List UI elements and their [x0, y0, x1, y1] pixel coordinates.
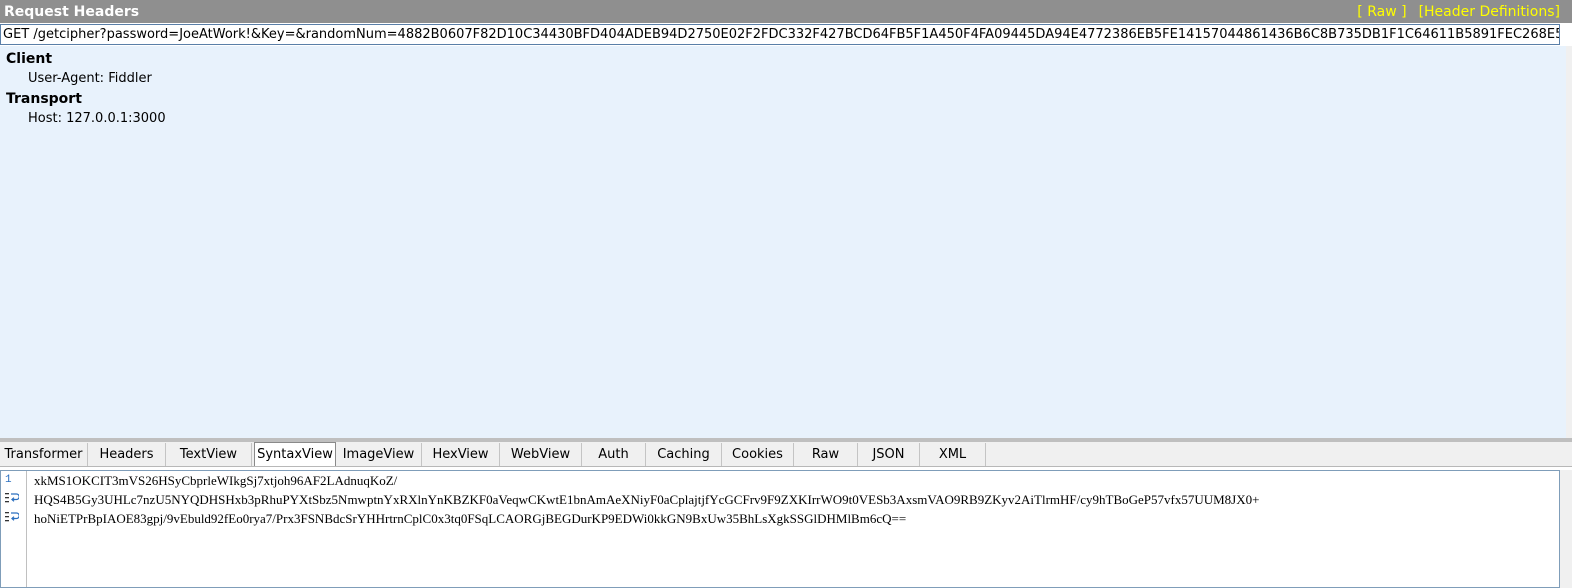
raw-link[interactable]: [ Raw ]	[1357, 4, 1406, 20]
wrap-marker	[1, 509, 26, 528]
header-group-client: Client User-Agent: Fiddler	[6, 49, 1566, 89]
code-line: HQS4B5Gy3UHLc7nzU5NYQDHSHxb3pRhuPYXtSbz5…	[34, 492, 1260, 507]
response-tabs: Transformer Headers TextView SyntaxView …	[0, 442, 1572, 467]
tab-raw[interactable]: Raw	[794, 443, 858, 466]
editor-gutter: 1	[1, 471, 27, 587]
header-user-agent[interactable]: User-Agent: Fiddler	[6, 69, 1566, 89]
tab-textview[interactable]: TextView	[166, 443, 252, 466]
group-title-client[interactable]: Client	[6, 49, 1566, 69]
editor-scrollbar[interactable]	[1560, 470, 1572, 588]
fiddler-inspector: Request Headers [ Raw ] [Header Definiti…	[0, 0, 1572, 588]
code-line: hoNiETPrBpIAOE83gpj/9vEbuld92fEo0rya7/Pr…	[34, 511, 907, 526]
headers-scroll-strip	[1566, 46, 1572, 438]
request-headers-title: Request Headers	[4, 3, 140, 20]
tab-syntaxview[interactable]: SyntaxView	[254, 442, 336, 466]
header-links: [ Raw ] [Header Definitions]	[1357, 4, 1560, 20]
headers-tree: Client User-Agent: Fiddler Transport Hos…	[0, 46, 1566, 438]
tab-auth[interactable]: Auth	[582, 443, 646, 466]
tab-json[interactable]: JSON	[858, 443, 920, 466]
request-headers-bar: Request Headers [ Raw ] [Header Definiti…	[0, 0, 1572, 23]
header-definitions-link[interactable]: [Header Definitions]	[1419, 4, 1560, 20]
word-wrap-icon	[5, 493, 19, 503]
line-number: 1	[5, 474, 12, 486]
request-line-field[interactable]: GET /getcipher?password=JoeAtWork!&Key=&…	[0, 24, 1560, 45]
code-line: xkMS1OKCIT3mVS26HSyCbprleWIkgSj7xtjoh96A…	[34, 473, 398, 488]
tab-cookies[interactable]: Cookies	[722, 443, 794, 466]
tab-imageview[interactable]: ImageView	[336, 443, 422, 466]
tab-webview[interactable]: WebView	[500, 443, 582, 466]
header-host[interactable]: Host: 127.0.0.1:3000	[6, 109, 1566, 129]
group-title-transport[interactable]: Transport	[6, 89, 1566, 109]
wrap-marker	[1, 490, 26, 509]
tab-headers[interactable]: Headers	[88, 443, 166, 466]
syntax-editor[interactable]: 1 xkMS1OKCIT3mVS26HSyCbprleWIkgSj7xtjoh9…	[0, 470, 1560, 588]
header-group-transport: Transport Host: 127.0.0.1:3000	[6, 89, 1566, 129]
tab-caching[interactable]: Caching	[646, 443, 722, 466]
word-wrap-icon	[5, 512, 19, 522]
tab-xml[interactable]: XML	[920, 443, 986, 466]
code-area[interactable]: xkMS1OKCIT3mVS26HSyCbprleWIkgSj7xtjoh96A…	[34, 471, 1559, 528]
tab-transformer[interactable]: Transformer	[0, 443, 88, 466]
tab-hexview[interactable]: HexView	[422, 443, 500, 466]
